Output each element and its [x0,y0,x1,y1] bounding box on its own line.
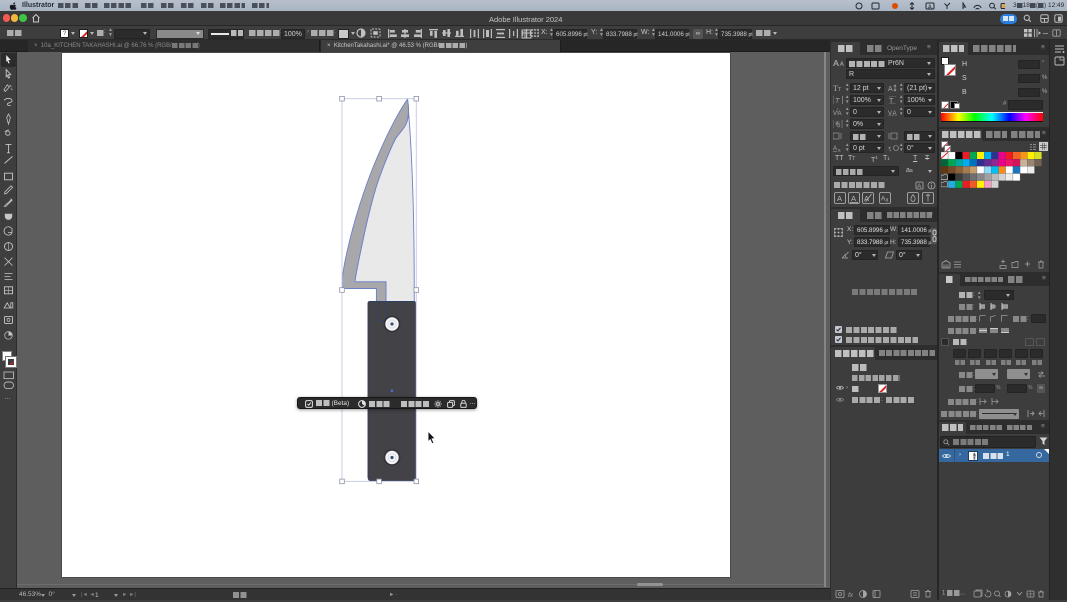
svg-text:T: T [888,147,893,152]
svg-text:A: A [917,184,921,190]
svg-text:T: T [835,98,840,104]
svg-text:A: A [928,4,932,10]
svg-text:V: V [833,111,837,116]
svg-text:V: V [888,111,892,116]
svg-text:a: a [886,198,889,204]
svg-text:A: A [851,194,856,203]
svg-text:a: a [838,148,841,153]
svg-text:T: T [889,98,894,104]
svg-text:A: A [838,111,842,116]
svg-text:A: A [888,86,893,92]
svg-text:fx: fx [848,592,854,599]
svg-text:A: A [837,194,842,203]
svg-text:A: A [833,146,837,152]
svg-text:A: A [893,111,897,116]
svg-text:T: T [838,87,842,92]
